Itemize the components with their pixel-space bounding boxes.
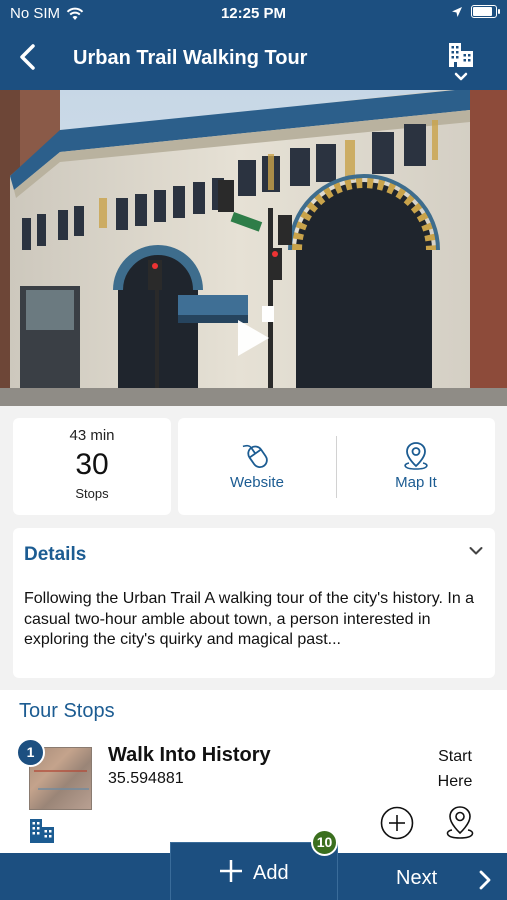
city-menu-button[interactable] [447, 41, 475, 85]
city-icon [30, 819, 54, 843]
stop-count-label: Stops [75, 486, 109, 501]
add-label: Add [253, 862, 289, 884]
plus-icon [220, 860, 242, 882]
status-time: 12:25 PM [220, 5, 287, 22]
add-stop-button[interactable] [380, 806, 414, 840]
page-title: Urban Trail Walking Tour [73, 47, 308, 69]
battery-fill [473, 7, 492, 16]
details-card[interactable]: Details Following the Urban Trail A walk… [13, 528, 495, 678]
added-count-badge: 10 [311, 829, 338, 856]
battery-icon [471, 5, 500, 18]
details-text: Following the Urban Trail A walking tour… [24, 590, 475, 648]
mouse-icon [242, 444, 268, 468]
tour-stops-title: Tour Stops [19, 700, 115, 722]
chevron-right-icon [479, 870, 491, 890]
nav-bar: Urban Trail Walking Tour [0, 28, 507, 90]
bottom-bar: Add Next [0, 842, 507, 900]
website-button[interactable]: Website [178, 418, 336, 515]
tour-actions-card: Website Map It [178, 418, 495, 515]
chevron-down-icon[interactable] [469, 546, 483, 556]
hero-image[interactable] [0, 90, 507, 406]
stop-count: 30 [75, 448, 109, 481]
start-label-line2: Here [437, 773, 473, 790]
app-header: No SIM 12:25 PM Urban Trail Walking Tour [0, 0, 507, 90]
status-bar: No SIM 12:25 PM [0, 0, 507, 28]
map-it-label: Map It [395, 474, 437, 491]
next-label: Next [396, 867, 438, 889]
tour-duration: 43 min [69, 427, 115, 444]
stop-name: Walk Into History [108, 744, 271, 766]
stop-map-pin-icon[interactable] [443, 805, 477, 841]
start-label-line1: Start [438, 748, 472, 765]
map-pin-icon [404, 442, 428, 470]
stop-coordinate: 35.594881 [108, 770, 184, 787]
play-icon[interactable] [235, 318, 271, 358]
stop-number-badge: 1 [16, 738, 45, 767]
chevron-down-icon [454, 72, 468, 81]
building-photo [0, 90, 507, 406]
back-button[interactable] [14, 42, 44, 72]
tour-stops-section: Tour Stops 1 Walk Into History 35.594881… [0, 690, 507, 853]
next-button[interactable]: Next [380, 865, 500, 893]
details-header: Details [24, 544, 87, 565]
map-it-button[interactable]: Map It [337, 418, 495, 515]
start-here-label: Start Here [434, 744, 476, 794]
location-arrow-icon [452, 6, 462, 17]
tour-stats-card: 43 min 30 Stops [13, 418, 171, 515]
status-right-group [451, 5, 500, 18]
website-label: Website [230, 474, 284, 491]
